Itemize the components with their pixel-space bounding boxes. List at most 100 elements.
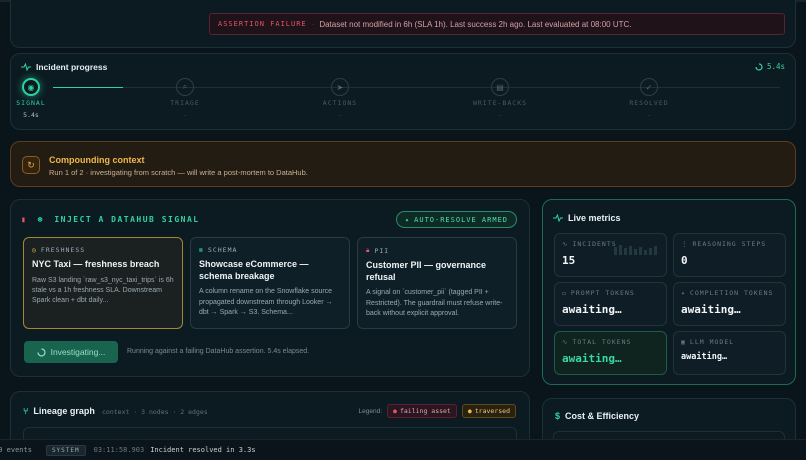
metric-label: ∿ TOTAL TOKENS — [562, 338, 632, 346]
metric-value: 15 — [562, 254, 576, 267]
signal-option-schema[interactable]: ≣ SCHEMA Showcase eCommerce — schema brea… — [190, 237, 350, 329]
step-label: TRIAGE — [170, 99, 200, 107]
investigate-label: Investigating... — [50, 347, 106, 357]
elapsed-value: 5.4s — [766, 62, 785, 71]
lineage-title-text: Lineage graph — [33, 406, 95, 416]
database-icon: ≣ — [199, 246, 204, 254]
assertion-separator: · — [311, 19, 315, 29]
lineage-meta: context · 3 nodes · 2 edges — [102, 408, 208, 416]
signal-kind: 🔒︎ PII — [366, 246, 508, 255]
assertion-failure-banner: ASSERTION FAILURE · Dataset not modified… — [209, 13, 785, 35]
event-log-bar: 90 events SYSTEM 03:11:58.903 Incident r… — [0, 439, 806, 460]
signal-name: NYC Taxi — freshness breach — [32, 259, 160, 269]
compounding-subtitle: Run 1 of 2 · investigating from scratch … — [49, 168, 308, 177]
step-time: - — [338, 111, 342, 119]
signal-icon: ◉ — [22, 78, 40, 96]
legend-label: Legend: — [358, 407, 383, 415]
elapsed-indicator: 5.4s — [755, 62, 785, 71]
event-text: Incident resolved in 3.3s — [150, 446, 256, 454]
metric-completion-tokens: ✦ COMPLETION TOKENS awaiting… — [673, 282, 786, 326]
step-label: WRITE-BACKS — [472, 99, 528, 107]
compounding-context-card: ↻ Compounding context Run 1 of 2 · inves… — [10, 141, 796, 187]
inject-signal-card: ▮ ⊛ INJECT A DATAHUB SIGNAL ✦ AUTO-RESOL… — [10, 199, 530, 377]
step-label: SIGNAL — [16, 99, 46, 107]
progress-title: Incident progress — [21, 62, 107, 72]
metric-incidents: ∿ INCIDENTS 15 — [554, 233, 667, 277]
system-badge: SYSTEM — [45, 444, 86, 456]
triage-icon: ⌕ — [176, 78, 194, 96]
auto-resolve-badge[interactable]: ✦ AUTO-RESOLVE ARMED — [395, 211, 517, 228]
dollar-icon: $ — [555, 411, 561, 421]
metric-reasoning-steps: ⋮ REASONING STEPS 0 — [673, 233, 786, 277]
metric-prompt-tokens: ▭ PROMPT TOKENS awaiting… — [554, 282, 667, 326]
metrics-title: Live metrics — [553, 213, 621, 223]
cost-title: $ Cost & Efficiency — [555, 411, 639, 421]
live-metrics-card: Live metrics ∿ INCIDENTS 15 ⋮ REASONING ST… — [542, 199, 796, 385]
metric-label: ▭ PROMPT TOKENS — [562, 289, 635, 297]
incidents-sparkbars — [614, 245, 657, 255]
pulse-icon — [21, 63, 31, 71]
assertion-message: Dataset not modified in 6h (SLA 1h). Las… — [319, 19, 632, 29]
step-time: - — [647, 111, 651, 119]
spinner-icon — [36, 347, 46, 357]
signal-description: A column rename on the Snowflake source … — [199, 288, 333, 316]
metric-value: awaiting… — [681, 303, 741, 316]
lineage-title: ⑂ Lineage graph — [23, 406, 95, 416]
signal-description: Raw S3 landing `raw_s3_nyc_taxi_trips` i… — [32, 276, 174, 304]
metric-label: ✦ COMPLETION TOKENS — [681, 289, 774, 297]
pulse-icon: ∿ — [562, 338, 569, 346]
pulse-icon — [553, 214, 563, 222]
step-time: - — [498, 111, 502, 119]
legend-failing: ● failing asset — [387, 404, 457, 418]
signal-kind-label: SCHEMA — [207, 246, 238, 254]
steps-icon: ⋮ — [681, 240, 689, 248]
incident-progress-card: Incident progress 5.4s ◉ SIGNAL 5.4s ⌕ T… — [10, 53, 796, 130]
assertion-tag: ASSERTION FAILURE — [218, 20, 307, 28]
radio-icon: ⊛ — [37, 215, 44, 224]
graph-icon: ⑂ — [23, 406, 29, 416]
chip-icon: ▣ — [681, 338, 686, 346]
sparkle-icon: ✦ — [404, 215, 411, 224]
auto-resolve-label: AUTO-RESOLVE ARMED — [414, 215, 508, 224]
alert-icon: ▮ — [21, 215, 28, 224]
step-time: 5.4s — [23, 111, 39, 119]
signal-title-text: INJECT A DATAHUB SIGNAL — [54, 215, 200, 224]
metric-label: ▣ LLM MODEL — [681, 338, 735, 346]
signal-title: ▮ ⊛ INJECT A DATAHUB SIGNAL — [21, 215, 200, 224]
metric-label: ⋮ REASONING STEPS — [681, 240, 767, 248]
compounding-title: Compounding context — [49, 155, 145, 165]
message-icon: ▭ — [562, 289, 567, 297]
metric-total-tokens: ∿ TOTAL TOKENS awaiting… — [554, 331, 667, 375]
lock-icon: 🔒︎ — [366, 246, 371, 254]
metric-value: awaiting… — [562, 352, 622, 365]
signal-option-pii[interactable]: 🔒︎ PII Customer PII — governance refusal … — [357, 237, 517, 329]
refresh-icon: ↻ — [22, 156, 40, 174]
step-time: - — [183, 111, 187, 119]
step-resolved: ✓ RESOLVED - — [619, 78, 679, 119]
signal-name: Customer PII — governance refusal — [366, 260, 487, 282]
signal-name: Showcase eCommerce — schema breakage — [199, 259, 309, 281]
signal-kind-label: PII — [374, 246, 390, 255]
step-label: RESOLVED — [629, 99, 669, 107]
step-actions: ➤ ACTIONS - — [310, 78, 370, 119]
actions-icon: ➤ — [331, 78, 349, 96]
step-triage: ⌕ TRIAGE - — [155, 78, 215, 119]
metric-value: 0 — [681, 254, 688, 267]
sparkle-icon: ✦ — [681, 289, 686, 297]
clock-icon: ◷ — [32, 246, 37, 254]
event-timestamp: 03:11:58.903 — [93, 446, 145, 454]
metric-value: awaiting… — [681, 352, 728, 362]
lineage-legend: Legend: ● failing asset ● traversed — [359, 404, 516, 418]
assertion-card: ASSERTION FAILURE · Dataset not modified… — [10, 0, 796, 48]
metric-llm-model: ▣ LLM MODEL awaiting… — [673, 331, 786, 375]
investigate-note: Running against a failing DataHub assert… — [127, 348, 310, 355]
step-signal: ◉ SIGNAL 5.4s — [1, 78, 61, 119]
pulse-icon: ∿ — [562, 240, 569, 248]
signal-description: A signal on `customer_pii` (tagged PII +… — [366, 289, 503, 317]
step-write-backs: ▤ WRITE-BACKS - — [470, 78, 530, 119]
cost-title-text: Cost & Efficiency — [565, 411, 640, 421]
investigate-button[interactable]: Investigating... — [24, 341, 118, 363]
progress-track-fill — [53, 87, 123, 88]
check-icon: ✓ — [640, 78, 658, 96]
signal-option-freshness[interactable]: ◷ FRESHNESS NYC Taxi — freshness breach R… — [23, 237, 183, 329]
